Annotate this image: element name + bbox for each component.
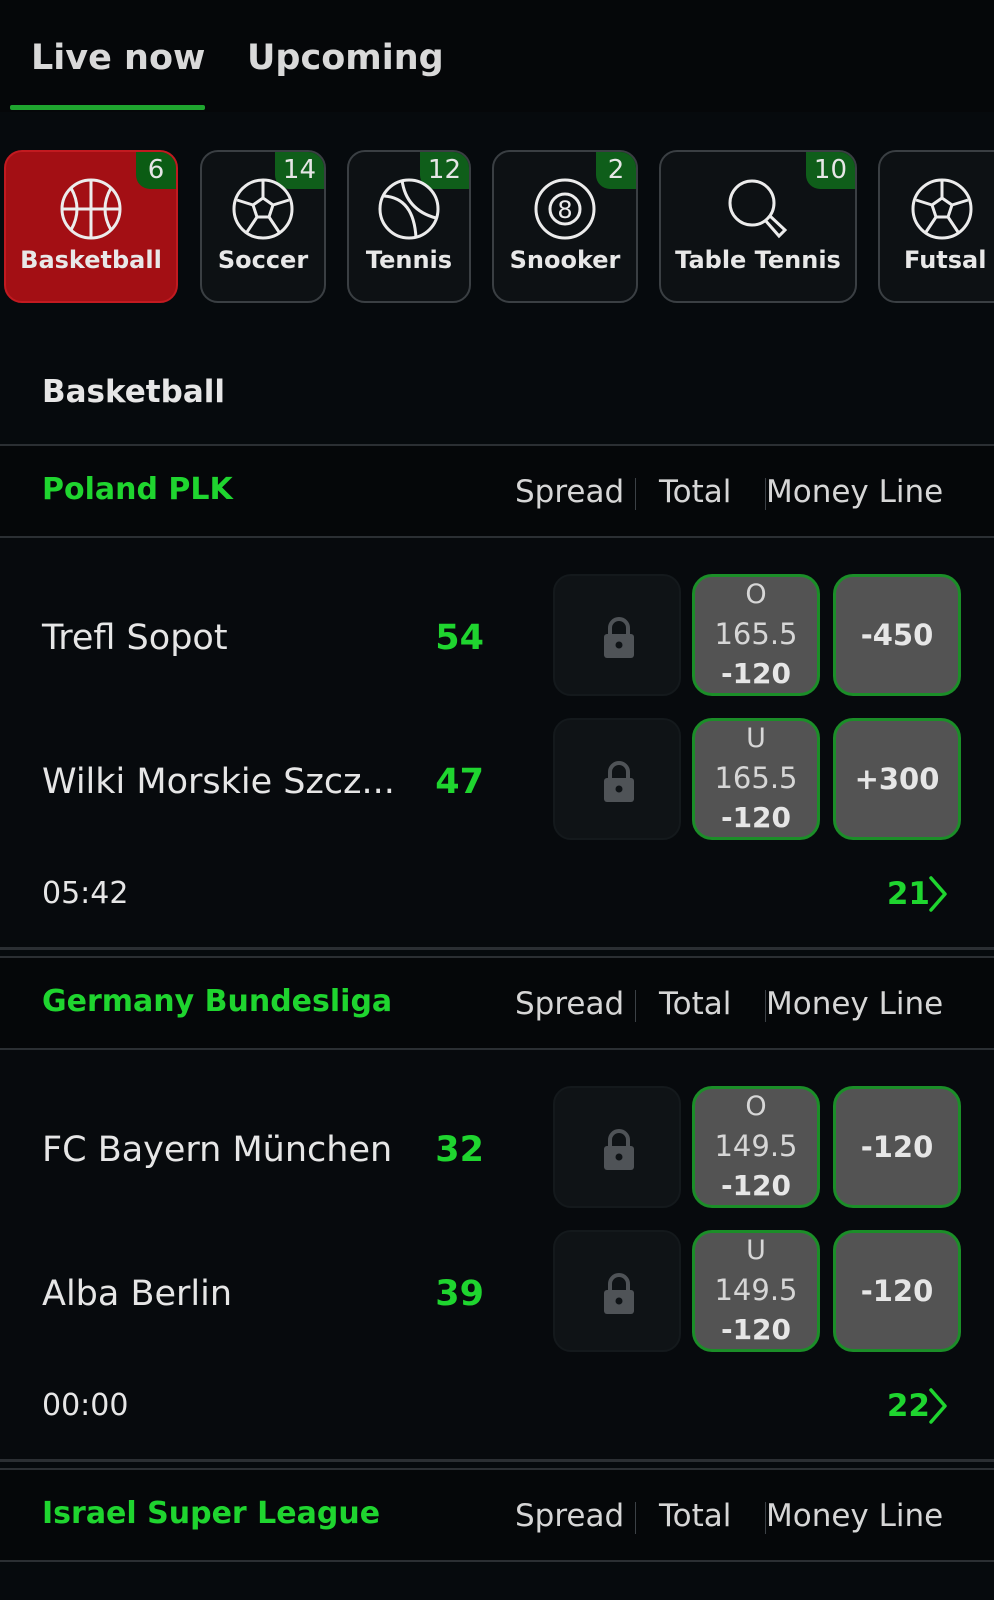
sport-chip-table-tennis[interactable]: 10 Table Tennis	[659, 150, 857, 303]
sport-chip-snooker[interactable]: 2 8 Snooker	[492, 150, 638, 303]
match-card[interactable]: FC Bayern München 32 O 149.5 -120 -120 A…	[0, 1050, 994, 1462]
total-odds: -120	[720, 1169, 792, 1202]
market-total-header: Total	[659, 986, 732, 1022]
total-side: O	[745, 579, 767, 610]
sport-chip-label: Tennis	[365, 246, 453, 274]
market-total-header: Total	[659, 1498, 732, 1534]
spread-locked-cell	[553, 1086, 681, 1208]
futsal-ball-icon	[911, 178, 973, 240]
market-spread-header: Spread	[515, 474, 625, 510]
match-card[interactable]: Trefl Sopot 54 O 165.5 -120 -450 Wilki M…	[0, 538, 994, 950]
total-odds: -120	[720, 801, 792, 834]
away-team-name: Alba Berlin	[42, 1274, 233, 1314]
league-header[interactable]: Poland PLK Spread Total Money Line	[0, 444, 994, 538]
total-side: O	[745, 1091, 767, 1122]
total-side: U	[746, 723, 766, 754]
moneyline-odds: -120	[860, 1274, 934, 1308]
away-team-score: 39	[435, 1274, 484, 1314]
league-name: Germany Bundesliga	[42, 984, 393, 1019]
away-team-score: 47	[435, 762, 484, 802]
total-odds: -120	[720, 657, 792, 690]
chevron-right-icon[interactable]	[927, 874, 949, 914]
spread-locked-cell	[553, 574, 681, 696]
home-moneyline-button[interactable]: -450	[833, 574, 961, 696]
match-clock: 00:00	[42, 1388, 129, 1423]
market-total-header: Total	[659, 474, 732, 510]
market-spread-header: Spread	[515, 986, 625, 1022]
sport-chip-label: Futsal	[904, 246, 987, 274]
total-over-odds-button[interactable]: O 149.5 -120	[692, 1086, 820, 1208]
more-markets-count[interactable]: 22	[887, 1388, 930, 1424]
soccer-ball-icon	[232, 178, 294, 240]
market-moneyline-header: Money Line	[766, 474, 944, 510]
home-team-name: FC Bayern München	[42, 1130, 393, 1170]
sport-chip-soccer[interactable]: 14 Soccer	[200, 150, 326, 303]
basketball-icon	[60, 178, 122, 240]
tab-upcoming[interactable]: Upcoming	[247, 38, 444, 78]
total-line: 149.5	[714, 1129, 798, 1163]
tab-live-now[interactable]: Live now	[31, 38, 205, 78]
home-team-name: Trefl Sopot	[42, 618, 228, 658]
sport-chip-label: Soccer	[217, 246, 309, 274]
market-spread-header: Spread	[515, 1498, 625, 1534]
active-tab-indicator	[10, 105, 205, 110]
event-count-badge: 2	[596, 152, 636, 189]
total-odds: -120	[720, 1313, 792, 1346]
chevron-right-icon[interactable]	[927, 1386, 949, 1426]
market-moneyline-header: Money Line	[766, 986, 944, 1022]
lock-icon	[604, 1273, 634, 1314]
away-team-name: Wilki Morskie Szcz...	[42, 762, 395, 802]
sport-chip-label: Basketball	[20, 246, 162, 274]
sport-chip-label: Snooker	[509, 246, 621, 274]
away-moneyline-button[interactable]: -120	[833, 1230, 961, 1352]
more-markets-count[interactable]: 21	[887, 876, 930, 912]
home-team-score: 54	[435, 618, 484, 658]
total-line: 165.5	[714, 617, 798, 651]
match-clock: 05:42	[42, 876, 129, 911]
sport-chip-label: Table Tennis	[675, 246, 841, 274]
home-team-score: 32	[435, 1130, 484, 1170]
total-line: 149.5	[714, 1273, 798, 1307]
event-count-badge: 10	[805, 152, 855, 189]
league-name: Israel Super League	[42, 1496, 381, 1531]
divider	[635, 478, 636, 510]
moneyline-odds: -450	[860, 618, 934, 652]
tennis-ball-icon	[378, 178, 440, 240]
top-tabs: Live now Upcoming	[0, 0, 994, 112]
lock-icon	[604, 617, 634, 658]
section-title: Basketball	[42, 374, 225, 410]
total-side: U	[746, 1235, 766, 1266]
sport-chip-futsal[interactable]: Futsal	[878, 150, 994, 303]
sport-chip-tennis[interactable]: 12 Tennis	[347, 150, 471, 303]
total-over-odds-button[interactable]: O 165.5 -120	[692, 574, 820, 696]
sport-filter-bar: 6 Basketball 14 Soccer 12 Tennis 2 8 Sno…	[0, 150, 994, 310]
total-under-odds-button[interactable]: U 165.5 -120	[692, 718, 820, 840]
divider	[635, 990, 636, 1022]
league-name: Poland PLK	[42, 472, 233, 507]
moneyline-odds: -120	[860, 1130, 934, 1164]
away-moneyline-button[interactable]: +300	[833, 718, 961, 840]
lock-icon	[604, 761, 634, 802]
total-under-odds-button[interactable]: U 149.5 -120	[692, 1230, 820, 1352]
league-header[interactable]: Israel Super League Spread Total Money L…	[0, 1468, 994, 1562]
event-count-badge: 6	[136, 152, 176, 189]
spread-locked-cell	[553, 1230, 681, 1352]
eight-ball-icon: 8	[534, 178, 596, 240]
divider	[635, 1502, 636, 1534]
svg-text:8: 8	[557, 196, 572, 224]
home-moneyline-button[interactable]: -120	[833, 1086, 961, 1208]
total-line: 165.5	[714, 761, 798, 795]
league-header[interactable]: Germany Bundesliga Spread Total Money Li…	[0, 956, 994, 1050]
market-moneyline-header: Money Line	[766, 1498, 944, 1534]
table-tennis-paddle-icon	[728, 179, 788, 239]
lock-icon	[604, 1129, 634, 1170]
spread-locked-cell	[553, 718, 681, 840]
sport-chip-basketball[interactable]: 6 Basketball	[4, 150, 178, 303]
moneyline-odds: +300	[854, 762, 940, 796]
